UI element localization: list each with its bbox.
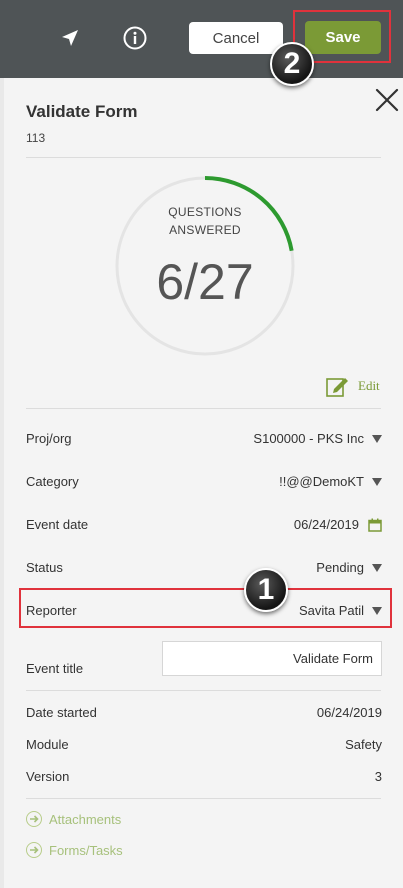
field-label: Proj/org: [26, 431, 72, 446]
chevron-down-icon: [372, 434, 382, 443]
field-label: Status: [26, 560, 63, 575]
info-value: 06/24/2019: [316, 705, 382, 720]
field-value: Pending: [316, 560, 364, 575]
reporter-highlight-box: [19, 588, 392, 628]
event-title-input[interactable]: [162, 641, 382, 676]
info-label: Version: [26, 769, 70, 784]
forms-tasks-link[interactable]: Forms/Tasks: [26, 842, 123, 858]
field-label: Event date: [26, 517, 89, 532]
gauge-caption-line2: ANSWERED: [169, 223, 241, 237]
info-row-date-started: Date started 06/24/2019: [26, 701, 382, 725]
status-dropdown[interactable]: Pending: [316, 560, 382, 575]
chevron-down-icon: [372, 477, 382, 486]
divider: [26, 798, 381, 799]
arrow-right-circle-icon: [26, 811, 42, 827]
callout-badge-2: 2: [270, 42, 314, 86]
arrow-right-circle-icon: [26, 842, 42, 858]
attachments-label: Attachments: [49, 811, 122, 827]
chevron-down-icon: [372, 563, 382, 572]
info-value: 3: [374, 769, 382, 784]
field-row-event-date: Event date 06/24/2019: [26, 513, 382, 537]
form-title: Validate Form: [26, 102, 138, 121]
close-icon[interactable]: [374, 87, 400, 113]
info-label: Date started: [26, 705, 97, 720]
cancel-button[interactable]: Cancel: [189, 22, 283, 54]
forms-tasks-label: Forms/Tasks: [49, 842, 123, 858]
divider: [26, 408, 381, 409]
info-label: Module: [26, 737, 69, 752]
category-dropdown[interactable]: !!@@DemoKT: [279, 474, 382, 489]
info-circle-icon[interactable]: [121, 24, 149, 52]
callout-badge-1: 1: [244, 568, 288, 612]
divider: [26, 157, 381, 158]
info-row-version: Version 3: [26, 765, 382, 789]
form-id: 113: [26, 131, 46, 145]
calendar-icon: [368, 518, 382, 532]
edit-link[interactable]: Edit: [326, 375, 380, 397]
form-panel: Validate Form 113 QUESTIONS ANSWERED 6/2…: [4, 78, 403, 888]
field-row-status: Status Pending: [26, 556, 382, 580]
info-row-module: Module Safety: [26, 733, 382, 757]
field-value: 06/24/2019: [293, 517, 359, 532]
field-value: S100000 - PKS Inc: [253, 431, 364, 446]
attachments-link[interactable]: Attachments: [26, 811, 121, 827]
progress-gauge: QUESTIONS ANSWERED 6/27: [112, 173, 298, 359]
field-label: Event title: [26, 661, 84, 676]
field-row-category: Category !!@@DemoKT: [26, 470, 382, 494]
field-value: !!@@DemoKT: [279, 474, 364, 489]
top-toolbar: Cancel Save: [0, 0, 403, 78]
field-label: Category: [26, 474, 79, 489]
proj-org-dropdown[interactable]: S100000 - PKS Inc: [253, 431, 382, 446]
event-date-picker[interactable]: 06/24/2019: [294, 517, 382, 532]
edit-pencil-icon: [326, 378, 348, 397]
info-value: Safety: [345, 737, 382, 752]
gauge-value: 6/27: [156, 254, 254, 310]
field-row-proj-org: Proj/org S100000 - PKS Inc: [26, 427, 382, 451]
edit-label: Edit: [358, 378, 380, 393]
gauge-caption-line1: QUESTIONS: [168, 205, 242, 219]
divider: [26, 690, 381, 691]
location-arrow-icon[interactable]: [56, 24, 84, 52]
